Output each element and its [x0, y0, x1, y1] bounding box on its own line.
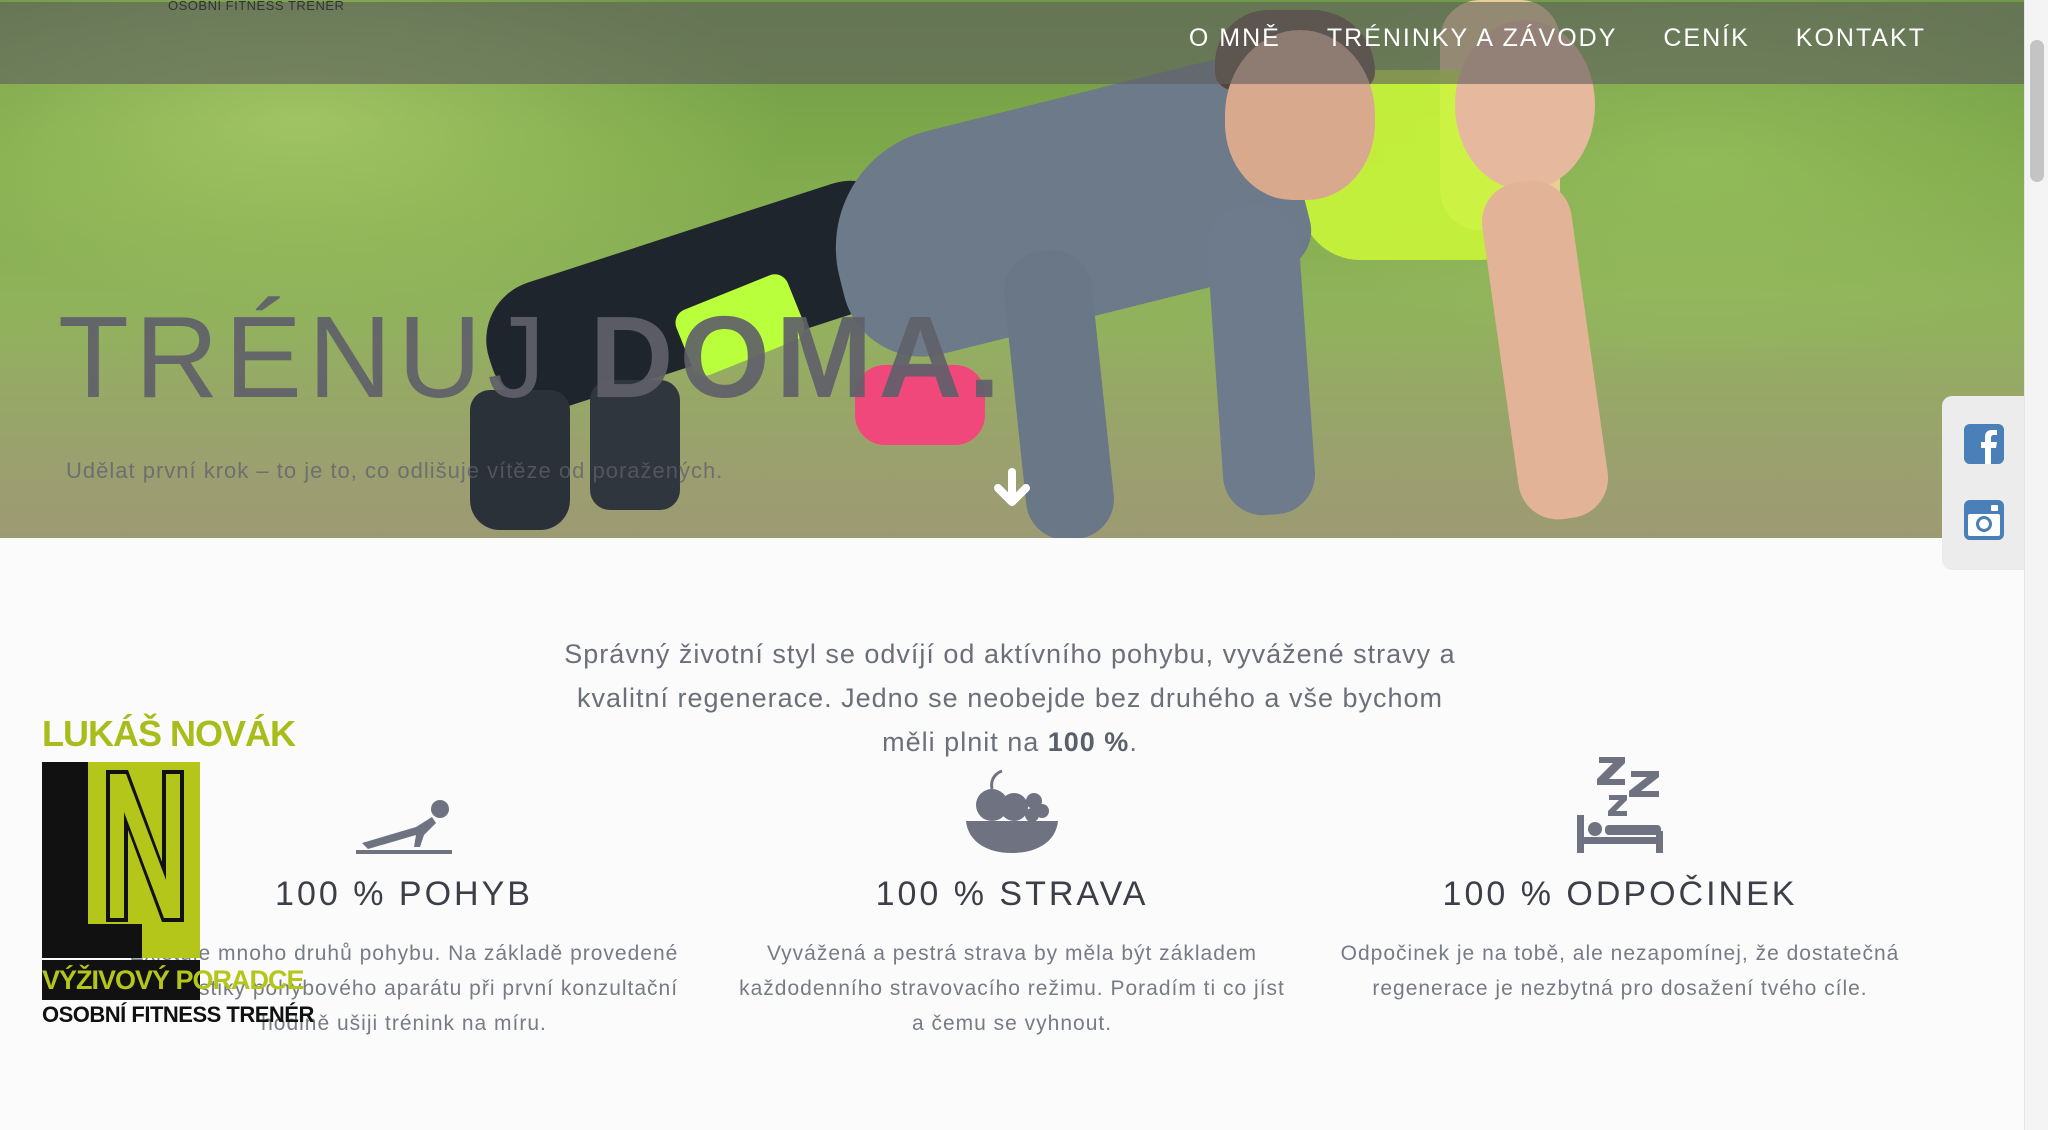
- feature-pohyb: 100 % POHYB Existuje mnoho druhů pohybu.…: [124, 755, 684, 1041]
- feature-text: Odpočinek je na tobě, ale nezapomínej, ž…: [1340, 942, 1900, 1000]
- nav-item-kontakt[interactable]: KONTAKT: [1796, 24, 1926, 53]
- intro-text: Správný životní styl se odvíjí od aktívn…: [560, 632, 1460, 764]
- brand-logo-badge[interactable]: LUKÁŠ NOVÁK VÝŽIVOVÝ PORADCE OSOBNÍ FITN…: [42, 712, 314, 1027]
- instagram-icon[interactable]: [1964, 500, 2004, 540]
- intro-text-end: .: [1129, 727, 1138, 757]
- feature-icon-wrap: [124, 755, 684, 855]
- page-scrollbar[interactable]: [2024, 0, 2048, 1130]
- intro-text-main: Správný životní styl se odvíjí od aktívn…: [564, 639, 1456, 757]
- nav-logo-text[interactable]: OSOBNÍ FITNESS TRENÉR: [168, 0, 344, 13]
- hero-subtitle: Udělat první krok – to je to, co odlišuj…: [66, 458, 724, 483]
- sleep-icon: [1577, 757, 1663, 853]
- arrow-down-icon[interactable]: [990, 466, 1034, 510]
- social-sidebar: [1942, 396, 2024, 570]
- badge-monogram: [42, 762, 200, 958]
- intro-text-bold: 100 %: [1047, 727, 1130, 757]
- fruit-bowl-icon: [966, 769, 1058, 853]
- scrollbar-thumb[interactable]: [2030, 40, 2044, 182]
- nav-menu: O MNĚ TRÉNINKY A ZÁVODY CENÍK KONTAKT: [1189, 24, 1926, 53]
- feature-strava: 100 % STRAVA Vyvážená a pestrá strava by…: [732, 755, 1292, 1041]
- badge-line-1: VÝŽIVOVÝ PORADCE: [42, 960, 305, 1000]
- top-navigation: OSOBNÍ FITNESS TRENÉR O MNĚ TRÉNINKY A Z…: [0, 0, 2024, 84]
- feature-odpocinek: 100 % ODPOČINEK Odpočinek je na tobě, al…: [1340, 755, 1900, 1006]
- feature-title: 100 % STRAVA: [875, 875, 1149, 913]
- badge-letter-l-foot: [42, 924, 142, 958]
- nav-item-treninky[interactable]: TRÉNINKY A ZÁVODY: [1327, 24, 1618, 53]
- hero-title-bold: DOMA.: [589, 292, 1007, 422]
- pushup-icon: [356, 800, 452, 854]
- facebook-icon[interactable]: [1964, 424, 2004, 464]
- feature-title: 100 % ODPOČINEK: [1442, 875, 1798, 913]
- feature-icon-wrap: [1340, 755, 1900, 855]
- feature-title: 100 % POHYB: [275, 875, 533, 913]
- badge-letter-n: [88, 762, 200, 922]
- badge-name: LUKÁŠ NOVÁK: [42, 713, 296, 754]
- nav-item-cenik[interactable]: CENÍK: [1663, 24, 1749, 53]
- hero-title: TRÉNUJ DOMA.: [58, 290, 1006, 424]
- hero-title-light: TRÉNUJ: [58, 292, 552, 422]
- nav-item-o-mne[interactable]: O MNĚ: [1189, 24, 1281, 53]
- feature-text: Vyvážená a pestrá strava by měla být zák…: [739, 942, 1285, 1035]
- badge-line-2: OSOBNÍ FITNESS TRENÉR: [42, 1002, 314, 1027]
- feature-icon-wrap: [732, 755, 1292, 855]
